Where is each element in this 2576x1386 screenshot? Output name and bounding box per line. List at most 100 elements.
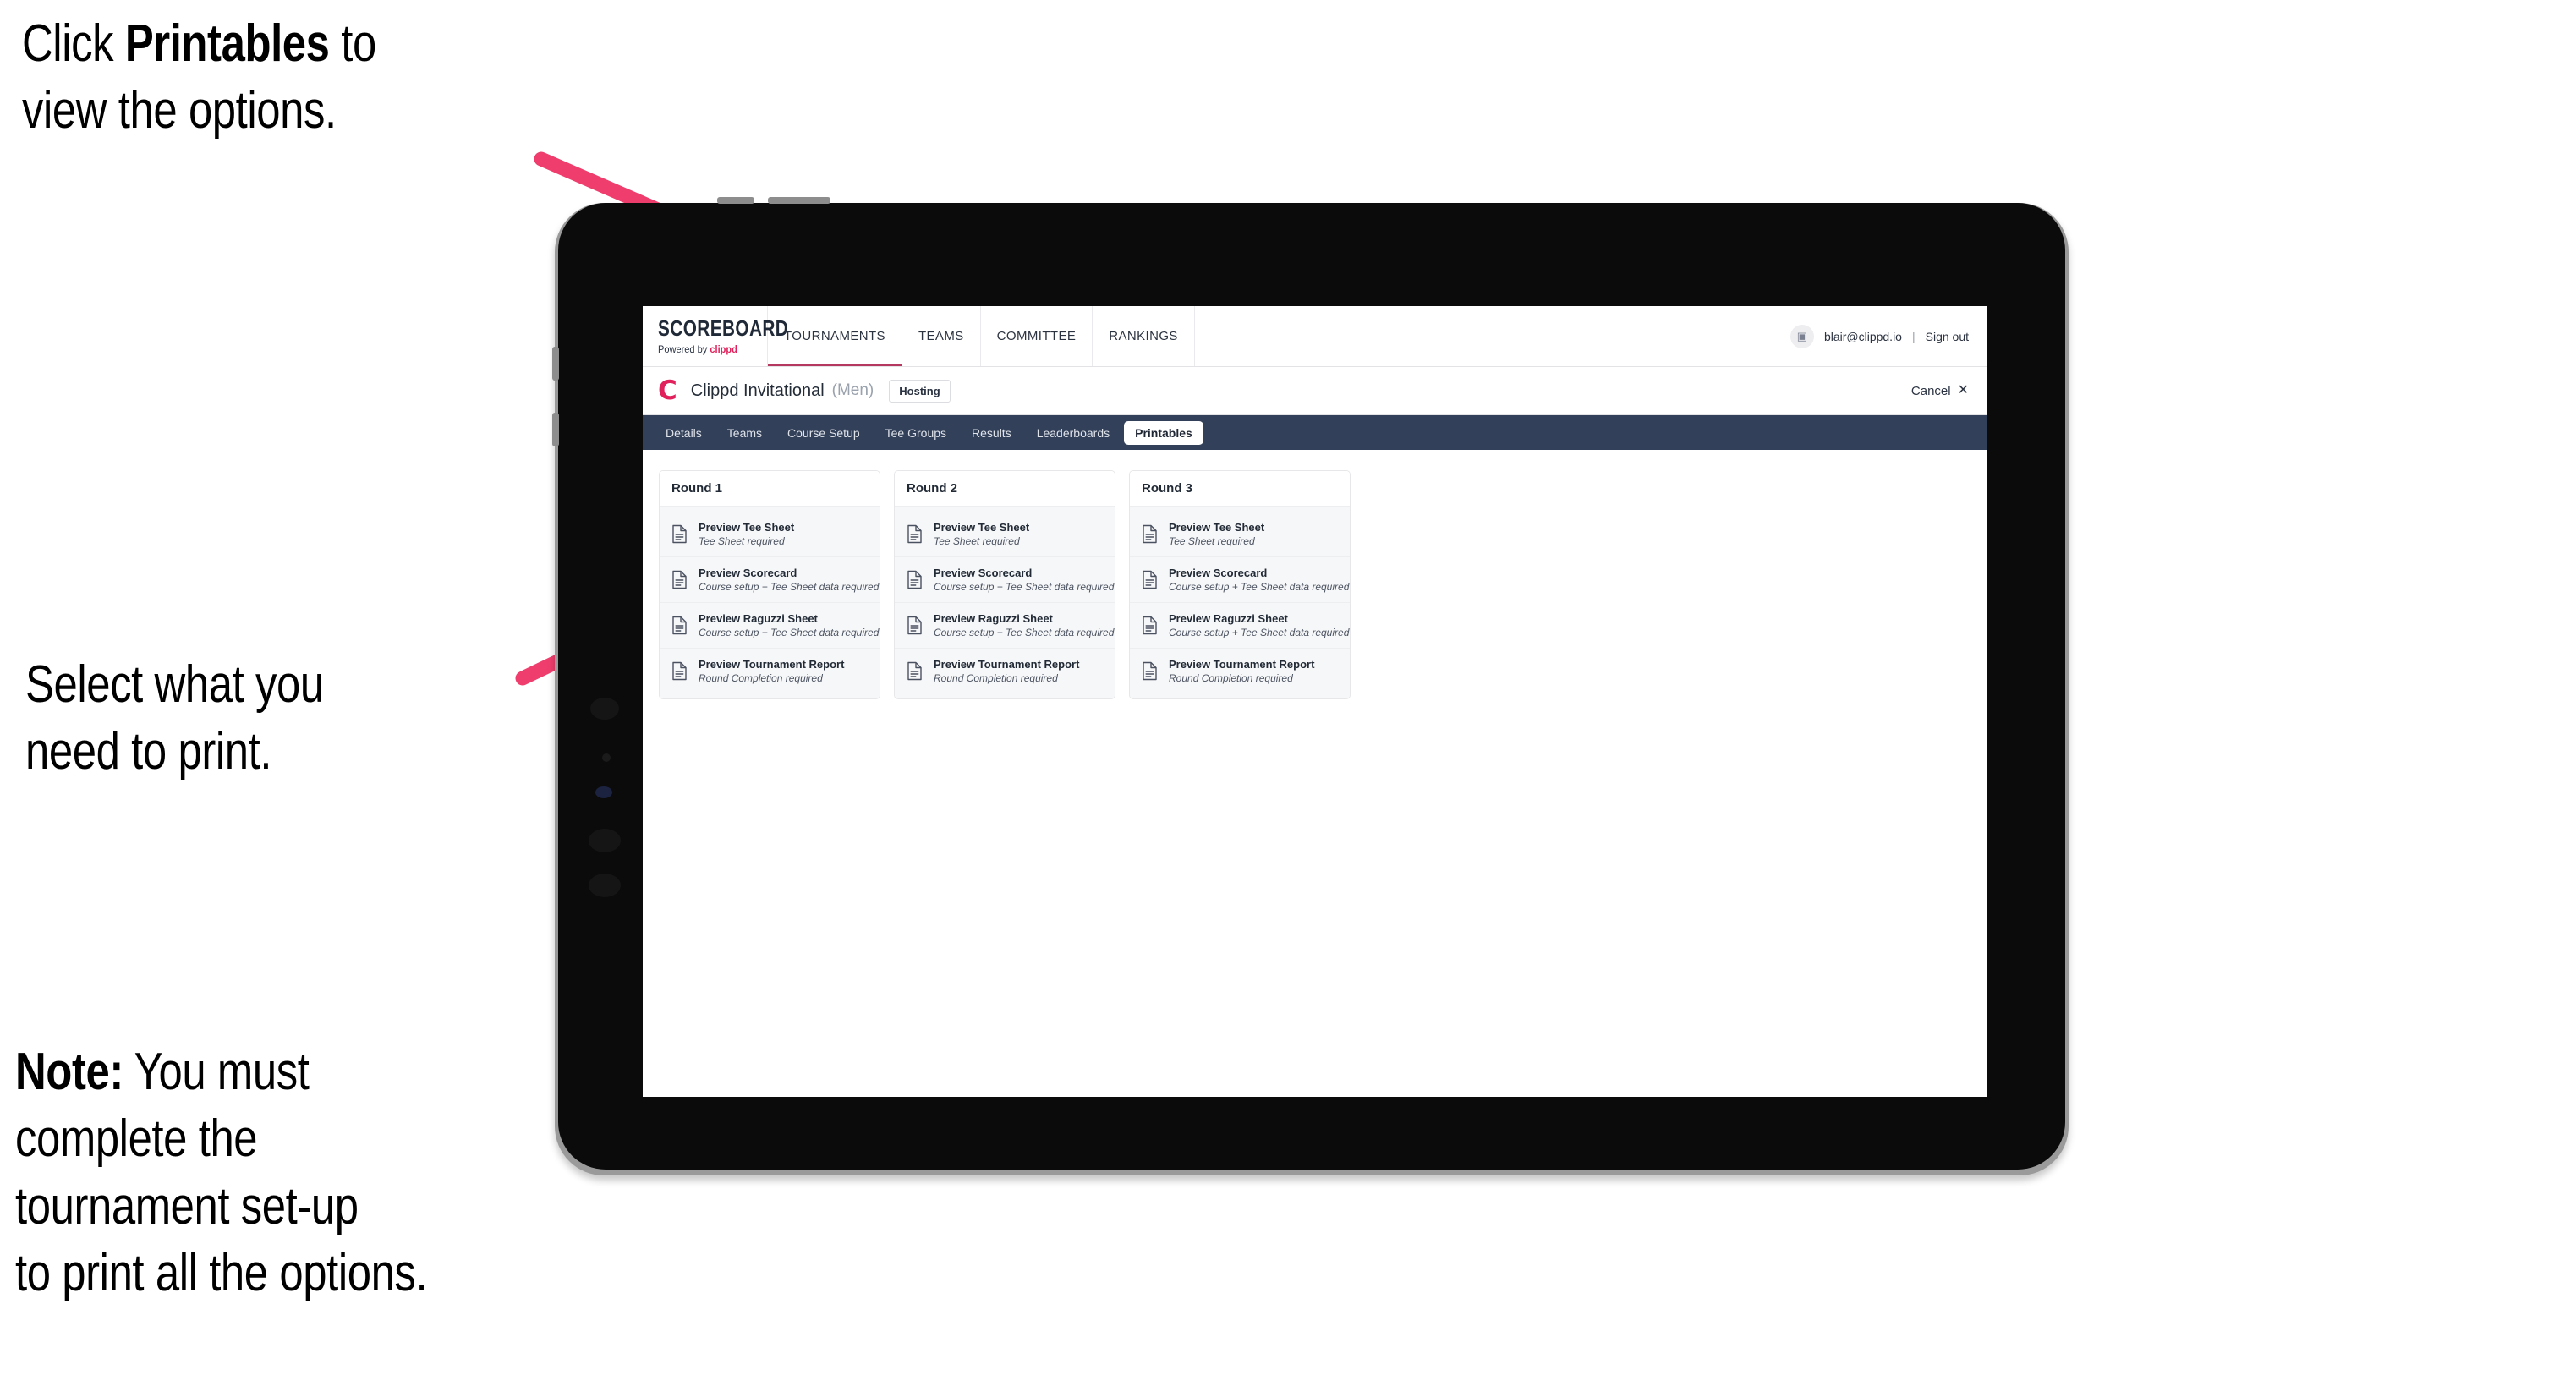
speaker-grill-icon [590,698,619,720]
printable-row[interactable]: Preview Scorecard Course setup + Tee Shee… [660,557,880,603]
printable-title: Preview Raguzzi Sheet [699,612,818,625]
printable-title: Preview Raguzzi Sheet [1169,612,1288,625]
callout-note-complete-setup: Note: You must complete the tournament s… [15,1038,459,1307]
round-header: Round 3 [1130,471,1350,506]
tournament-header-bar: C Clippd Invitational (Men) Hosting Canc… [643,367,1987,415]
speaker-grill-icon [589,829,621,852]
printable-title: Preview Raguzzi Sheet [934,612,1053,625]
printables-content: Round 1 Preview Tee Sheet Tee Sheet requir… [643,450,1987,720]
top-nav-item-committee[interactable]: COMMITTEE [981,306,1093,366]
printable-requirement: Course setup + Tee Sheet data required [934,581,1115,593]
callout-select-what-to-print: Select what you need to print. [25,651,455,786]
printable-title: Preview Scorecard [699,567,797,579]
power-button[interactable] [552,347,559,381]
printable-text: Preview Tournament Report Round Completio… [1169,658,1314,684]
printable-row[interactable]: Preview Scorecard Course setup + Tee Shee… [1130,557,1350,603]
document-icon [671,570,688,589]
tab-leaderboards[interactable]: Leaderboards [1026,421,1121,445]
side-button[interactable] [552,413,559,446]
volume-up-button[interactable] [717,197,754,204]
volume-down-button[interactable] [768,197,830,204]
printable-requirement: Course setup + Tee Sheet data required [699,581,880,593]
top-nav-item-label: COMMITTEE [996,329,1077,343]
app-screen: SCOREBOARD Powered by clippd TOURNAMENTS… [643,306,1987,1097]
cancel-button[interactable]: Cancel ✕ [1911,384,1969,398]
printable-text: Preview Tournament Report Round Completio… [934,658,1079,684]
tablet-device: SCOREBOARD Powered by clippd TOURNAMENTS… [552,197,2069,1175]
printable-requirement: Course setup + Tee Sheet data required [699,627,880,638]
round-body: Preview Tee Sheet Tee Sheet required Previ… [660,506,880,698]
printable-row[interactable]: Preview Tee Sheet Tee Sheet required [1130,512,1350,557]
tab-label: Details [666,425,702,440]
tournament-gender: (Men) [831,381,874,399]
scoreboard-brand[interactable]: SCOREBOARD Powered by clippd [643,306,789,366]
tab-label: Printables [1135,425,1192,440]
tab-label: Leaderboards [1036,425,1110,440]
hosting-badge[interactable]: Hosting [889,379,951,403]
tournament-name: Clippd Invitational [690,381,825,400]
printable-title: Preview Tee Sheet [1169,521,1265,534]
document-icon [907,524,923,544]
document-icon [671,524,688,544]
brand-title: SCOREBOARD [658,315,789,341]
printable-title: Preview Tee Sheet [934,521,1030,534]
printable-text: Preview Scorecard Course setup + Tee Shee… [1169,567,1350,593]
document-icon [1142,661,1158,681]
tab-tee-groups[interactable]: Tee Groups [874,421,957,445]
tab-label: Teams [726,425,763,440]
printable-row[interactable]: Preview Raguzzi Sheet Course setup + Tee … [660,603,880,649]
tab-label: Course Setup [787,425,860,440]
tab-printables[interactable]: Printables [1124,420,1203,445]
document-icon [1142,570,1158,589]
printable-title: Preview Tournament Report [699,658,845,671]
document-icon [907,661,923,681]
printable-requirement: Tee Sheet required [699,535,785,547]
user-avatar-icon[interactable]: ▣ [1789,324,1814,348]
printable-row[interactable]: Preview Raguzzi Sheet Course setup + Tee … [895,603,1115,649]
printable-row[interactable]: Preview Raguzzi Sheet Course setup + Tee … [1130,603,1350,649]
printable-title: Preview Scorecard [1169,567,1268,579]
top-nav-item-rankings[interactable]: RANKINGS [1093,306,1195,366]
round-column: Round 2 Preview Tee Sheet Tee Sheet requir… [894,470,1115,699]
round-header: Round 1 [660,471,880,506]
top-nav-item-teams[interactable]: TEAMS [902,306,981,366]
top-nav-item-label: TEAMS [918,329,964,343]
tab-results[interactable]: Results [961,421,1022,445]
clippd-logo-icon: C [658,375,677,406]
round-column: Round 3 Preview Tee Sheet Tee Sheet requir… [1129,470,1351,699]
printable-row[interactable]: Preview Scorecard Course setup + Tee Shee… [895,557,1115,603]
account-separator: | [1911,329,1916,343]
tab-details[interactable]: Details [655,421,713,445]
printable-requirement: Course setup + Tee Sheet data required [934,627,1115,638]
printable-title: Preview Tee Sheet [699,521,795,534]
tab-teams[interactable]: Teams [716,421,773,445]
printable-row[interactable]: Preview Tournament Report Round Completio… [660,649,880,693]
section-tab-bar: Details Teams Course Setup Tee Groups Result… [643,415,1987,450]
sign-out-button[interactable]: Sign out [1926,330,1969,343]
printable-text: Preview Tee Sheet Tee Sheet required [699,521,794,547]
front-camera-icon [595,786,612,798]
callout-text-run: Select what you need to print. [25,655,324,781]
brand-clippd-name: clippd [710,343,737,355]
round-body: Preview Tee Sheet Tee Sheet required Previ… [895,506,1115,698]
printable-row[interactable]: Preview Tournament Report Round Completio… [895,649,1115,693]
tab-course-setup[interactable]: Course Setup [776,421,871,445]
account-area: ▣ blair@clippd.io | Sign out [1789,306,1987,366]
printable-text: Preview Raguzzi Sheet Course setup + Tee … [699,612,880,638]
printable-row[interactable]: Preview Tournament Report Round Completio… [1130,649,1350,693]
printable-requirement: Tee Sheet required [934,535,1020,547]
printable-requirement: Course setup + Tee Sheet data required [1169,581,1350,593]
top-navigation-bar: SCOREBOARD Powered by clippd TOURNAMENTS… [643,306,1987,367]
tablet-bezel: SCOREBOARD Powered by clippd TOURNAMENTS… [552,197,2065,1170]
printable-requirement: Tee Sheet required [1169,535,1255,547]
printable-row[interactable]: Preview Tee Sheet Tee Sheet required [660,512,880,557]
top-nav-item-tournaments[interactable]: TOURNAMENTS [768,306,902,366]
printable-text: Preview Scorecard Course setup + Tee Shee… [699,567,880,593]
printable-text: Preview Tournament Report Round Completio… [699,658,844,684]
printable-title: Preview Tournament Report [1169,658,1315,671]
printable-text: Preview Tee Sheet Tee Sheet required [934,521,1029,547]
printable-row[interactable]: Preview Tee Sheet Tee Sheet required [895,512,1115,557]
printable-requirement: Round Completion required [934,672,1058,684]
brand-subtitle: Powered by clippd [658,343,759,355]
document-icon [671,616,688,635]
